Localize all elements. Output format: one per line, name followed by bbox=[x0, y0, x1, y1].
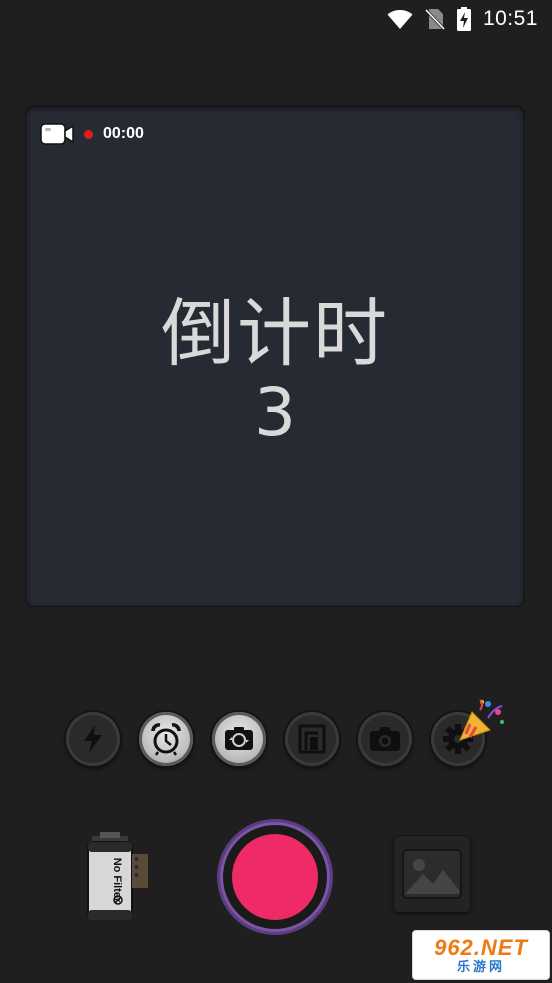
flash-icon bbox=[84, 725, 102, 753]
record-dot bbox=[84, 129, 93, 139]
no-sim-icon bbox=[424, 8, 445, 30]
camera-preview[interactable]: 00:00 倒计时 3 bbox=[26, 106, 524, 606]
status-bar: 10:51 bbox=[0, 0, 552, 38]
camera-icon bbox=[370, 727, 400, 751]
battery-charging-icon bbox=[456, 7, 471, 31]
gallery-button[interactable] bbox=[394, 836, 470, 912]
aspect-ratio-button[interactable] bbox=[285, 712, 339, 766]
film-filter-button[interactable]: No Filter bbox=[86, 832, 154, 922]
record-button[interactable] bbox=[220, 822, 330, 932]
camera-toolbar bbox=[66, 712, 496, 768]
watermark-top-text: 962.NET bbox=[434, 934, 528, 960]
video-camera-icon bbox=[40, 123, 74, 145]
countdown-label: 倒计时 bbox=[161, 291, 389, 377]
timer-button[interactable] bbox=[139, 712, 193, 766]
photo-mode-button[interactable] bbox=[358, 712, 412, 766]
aspect-ratio-icon bbox=[298, 724, 326, 754]
status-icons: 10:51 bbox=[387, 6, 538, 32]
switch-camera-icon bbox=[225, 727, 253, 750]
wifi-icon bbox=[387, 10, 413, 29]
countdown-value: 3 bbox=[254, 374, 296, 451]
site-watermark: 962.NET 乐游网 bbox=[412, 930, 550, 980]
switch-camera-button[interactable] bbox=[212, 712, 266, 766]
record-button-inner bbox=[232, 834, 318, 920]
flash-button[interactable] bbox=[66, 712, 120, 766]
recording-indicator: 00:00 bbox=[40, 122, 144, 146]
recording-time: 00:00 bbox=[103, 125, 144, 142]
party-popper-icon bbox=[459, 699, 504, 741]
status-time: 10:51 bbox=[482, 7, 538, 30]
watermark-bottom-text: 乐游网 bbox=[456, 958, 505, 974]
image-icon bbox=[402, 849, 462, 899]
alarm-clock-icon bbox=[151, 723, 181, 756]
